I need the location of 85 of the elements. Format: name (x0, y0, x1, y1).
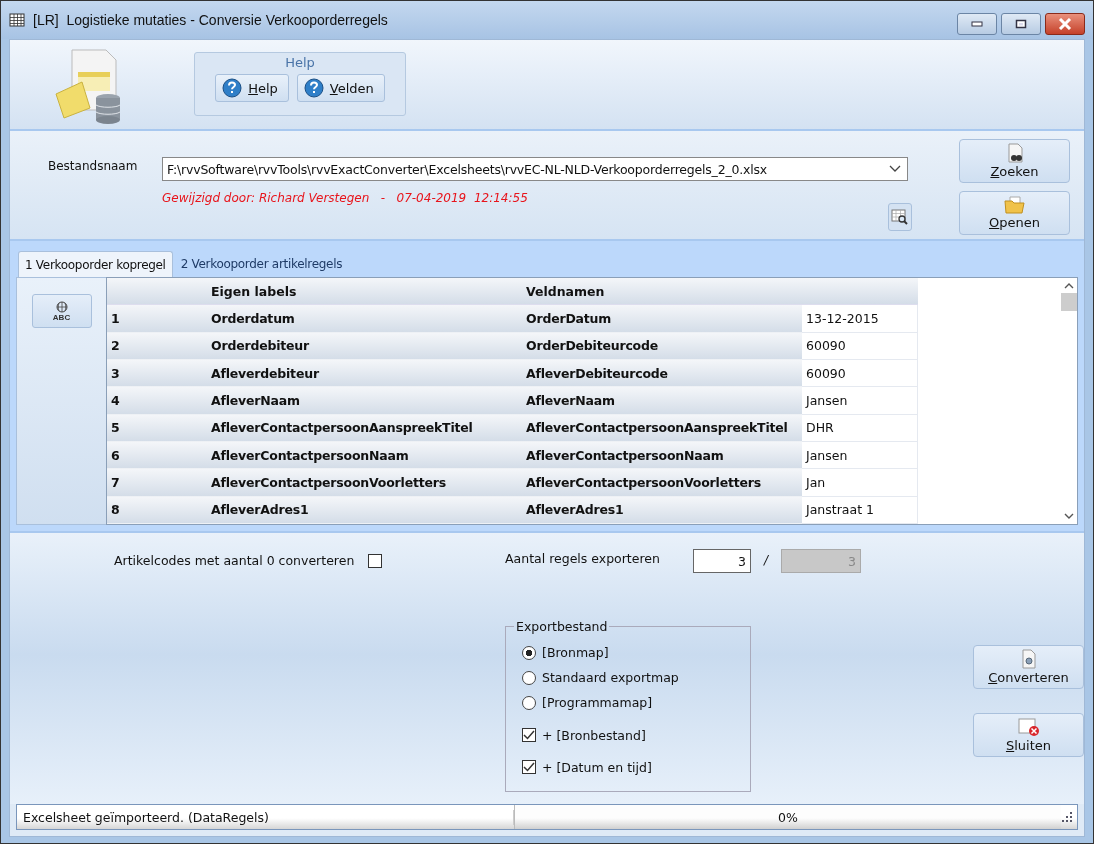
count-field[interactable]: 3 (693, 549, 751, 573)
field-name-cell: AfleverAdres1 (520, 496, 802, 524)
row-number: 2 (107, 332, 205, 360)
label-cell: AfleverContactpersoonAanspreekTitel (205, 414, 520, 442)
abc-button[interactable]: ABC (31, 294, 92, 328)
radio-button[interactable] (522, 670, 536, 685)
option-label: Aantal regels exporteren (505, 550, 661, 566)
resize-grip-icon (1061, 811, 1073, 823)
option-label: [Programmamap] (542, 695, 653, 710)
help-button[interactable]: Help (215, 74, 289, 102)
radio-button[interactable] (522, 645, 536, 660)
value-cell[interactable]: Jan (802, 469, 918, 497)
field-label: Bestandsnaam (48, 158, 139, 173)
checkbox[interactable] (368, 553, 383, 568)
option-label: [Bronmap] (542, 645, 609, 660)
globe-icon (53, 300, 70, 313)
document-binoculars-icon (1005, 143, 1024, 163)
value-cell[interactable]: Jansen (802, 441, 918, 470)
value-cell[interactable]: DHR (802, 414, 918, 442)
minimize-icon (971, 21, 983, 27)
question-icon (222, 78, 243, 98)
label-cell: AfleverAdres1 (205, 496, 520, 524)
field-name-cell: AfleverContactpersoonNaam (520, 441, 802, 470)
window-close-icon (1017, 717, 1040, 737)
field-name-cell: AfleverDebiteurcode (520, 360, 802, 388)
label-cell: Orderdatum (205, 305, 520, 333)
help-button[interactable]: Velden (296, 74, 385, 102)
field-name-cell: OrderDatum (520, 305, 802, 333)
row-number: 3 (107, 360, 205, 388)
scrollbar-thumb[interactable] (1060, 293, 1077, 311)
option-label: Artikelcodes met aantal 0 converteren (114, 553, 355, 568)
value-cell[interactable]: Janstraat 1 (802, 496, 918, 524)
label-cell: AfleverNaam (205, 387, 520, 415)
file-button[interactable]: Zoeken (959, 139, 1070, 183)
question-icon (303, 78, 324, 98)
label-cell: Afleverdebiteur (205, 360, 520, 388)
modified-note: Gewijzigd door: Richard Verstegen - 07-04-2019 12:14:55 (162, 191, 528, 205)
grid-magnifier-icon (891, 209, 909, 225)
action-button[interactable]: Sluiten (973, 713, 1084, 757)
column-header: Eigen labels (205, 278, 520, 306)
row-number: 1 (107, 305, 205, 333)
checkbox[interactable] (522, 760, 536, 774)
total-field: 3 (781, 549, 861, 573)
tab[interactable]: 2 Verkooporder artikelregels (174, 251, 349, 277)
option-label: + [Datum en tijd] (542, 759, 652, 775)
label-cell: AfleverContactpersoonNaam (205, 441, 520, 470)
checkbox[interactable] (522, 728, 536, 742)
row-number: 6 (107, 441, 205, 470)
radio-button[interactable] (522, 695, 536, 710)
option-label: Standaard exportmap (542, 670, 679, 685)
preview-button[interactable] (888, 203, 912, 231)
progress-text: 0% (778, 809, 798, 825)
close-icon (1058, 18, 1072, 30)
file-path-dropdown[interactable]: F:\rvvSoftware\rvvTools\rvvExactConverter\Excelsheets\rvvEC-NL-NLD-Verkooporderregels_2_0.xlsx (162, 157, 908, 181)
group-title: Help (285, 55, 315, 70)
field-name-cell: OrderDebiteurcode (520, 332, 802, 360)
chevron-down-icon (889, 165, 901, 173)
value-cell[interactable]: 13-12-2015 (802, 305, 918, 333)
column-header: Veldnamen (520, 278, 802, 306)
row-number: 4 (107, 387, 205, 415)
tab[interactable]: 1 Verkooporder kopregel (18, 251, 173, 277)
label-cell: AfleverContactpersoonVoorletters (205, 469, 520, 497)
close-button[interactable] (1045, 13, 1085, 35)
value-cell[interactable]: 60090 (802, 332, 918, 360)
separator-text: / (762, 552, 770, 567)
row-number: 5 (107, 414, 205, 442)
maximize-button[interactable] (1001, 13, 1041, 35)
field-name-cell: AfleverContactpersoonVoorletters (520, 469, 802, 497)
scroll-up-icon (1063, 282, 1074, 289)
row-number: 8 (107, 496, 205, 524)
folder-icon (1003, 196, 1026, 214)
maximize-icon (1015, 19, 1027, 29)
row-number: 7 (107, 469, 205, 497)
value-cell[interactable]: Jansen (802, 387, 918, 415)
field-name-cell: AfleverContactpersoonAanspreekTitel (520, 414, 802, 442)
value-cell[interactable]: 60090 (802, 360, 918, 388)
label-cell: Orderdebiteur (205, 332, 520, 360)
option-label: + [Bronbestand] (542, 727, 646, 743)
action-button[interactable]: Converteren (973, 645, 1084, 689)
file-button[interactable]: Openen (959, 191, 1070, 235)
group-title: Exportbestand (515, 619, 609, 634)
scroll-down-icon (1063, 513, 1074, 520)
field-name-cell: AfleverNaam (520, 387, 802, 415)
window-title: [LR] Logistieke mutaties - Conversie Verkooporderregels (33, 12, 388, 28)
table-icon (9, 12, 25, 28)
